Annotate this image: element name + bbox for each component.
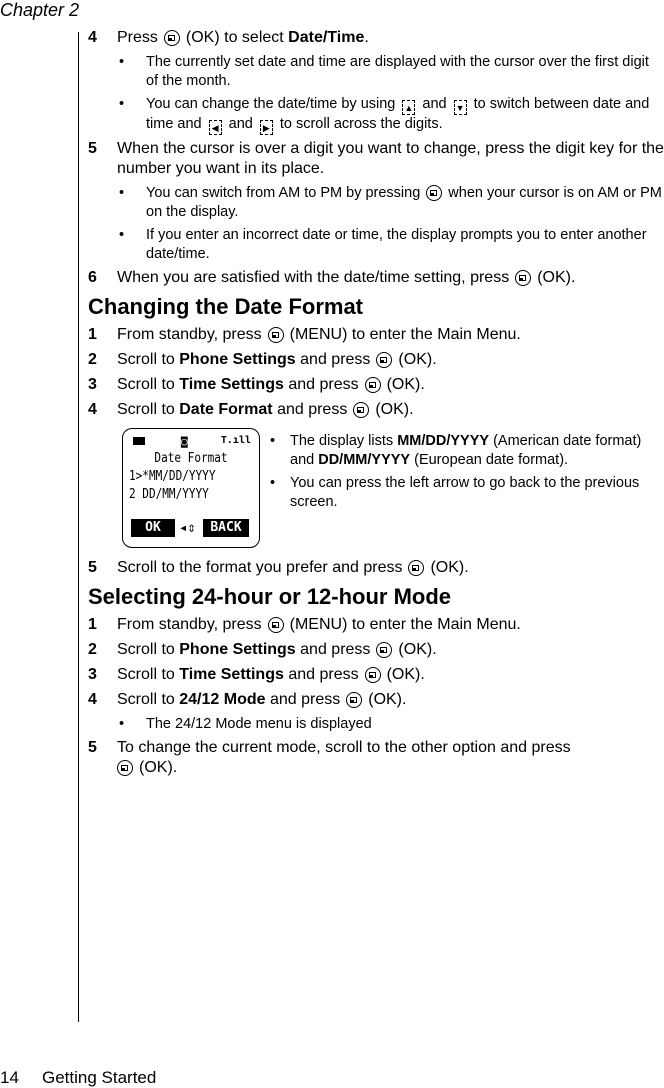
softkey-back: BACK	[203, 519, 249, 537]
step-number: 6	[88, 269, 97, 286]
section-heading-24-12-mode: Selecting 24-hour or 12-hour Mode	[88, 584, 452, 609]
ok-key-icon	[346, 692, 363, 708]
margin-rule	[78, 32, 79, 1022]
step-4-select-date-time: 4 Press (OK) to select Date/Time.	[88, 29, 369, 46]
ok-key-icon	[426, 185, 443, 201]
ok-key-icon	[515, 270, 532, 286]
date-format-figure: ◙ T.ıll Date Format 1>*MM/DD/YYYY 2 DD/M…	[122, 428, 664, 548]
softkey-ok: OK	[131, 519, 175, 537]
chapter-header: Chapter 2	[0, 0, 80, 20]
ok-key-icon	[376, 642, 393, 658]
alarm-icon: ◙	[181, 435, 188, 448]
s1-step-3: 3 Scroll to Time Settings and press (OK).	[88, 376, 425, 393]
figure-notes: The display lists MM/DD/YYYY (American d…	[268, 428, 648, 548]
ok-key-icon	[376, 352, 393, 368]
footer-section: Getting Started	[42, 1068, 157, 1087]
bullet-change-date-time: You can change the date/time by using▲an…	[117, 95, 664, 135]
page-content: 4 Press(OK) to select Date/Time. The cur…	[88, 28, 664, 783]
section-heading-date-format: Changing the Date Format	[88, 294, 364, 319]
menu-key-icon	[267, 327, 284, 343]
nav-arrows-icon: ◂⇕	[179, 520, 196, 536]
s2-step-3: 3 Scroll to Time Settings and press (OK).	[88, 666, 425, 683]
s1-step-1: 1 From standby, press (MENU) to enter the…	[88, 326, 521, 343]
bullet-am-pm: You can switch from AM to PM by pressing…	[117, 184, 664, 222]
ok-key-icon	[117, 760, 133, 776]
right-arrow-key-icon: ▶	[259, 120, 273, 135]
ok-key-icon	[408, 560, 425, 576]
s1-step-2: 2 Scroll to Phone Settings and press (OK)…	[88, 351, 437, 368]
ok-key-icon	[364, 377, 381, 393]
ok-key-icon	[163, 30, 180, 46]
up-arrow-key-icon: ▲	[402, 100, 416, 115]
step-number: 4	[88, 29, 97, 46]
bullet-menu-displayed: The 24/12 Mode menu is displayed	[117, 715, 664, 734]
lcd-option-2: 2 DD/MM/YYYY	[129, 487, 209, 502]
step-number: 5	[88, 140, 97, 157]
page-number: 14	[0, 1068, 19, 1087]
s2-step-4: 4 Scroll to 24/12 Mode and press (OK).	[88, 691, 407, 708]
menu-key-icon	[267, 617, 284, 633]
signal-icon: T.ıll	[220, 435, 251, 446]
s1-step-5: 5 Scroll to the format you prefer and pr…	[88, 559, 469, 576]
lcd-title: Date Format	[154, 451, 228, 466]
s2-step-5: 5 To change the current mode, scroll to …	[88, 739, 571, 776]
phone-screen-illustration: ◙ T.ıll Date Format 1>*MM/DD/YYYY 2 DD/M…	[122, 428, 260, 548]
lcd-option-1: 1>*MM/DD/YYYY	[129, 469, 216, 484]
left-arrow-key-icon: ◀	[208, 120, 222, 135]
down-arrow-key-icon: ▼	[453, 100, 467, 115]
s1-step-4: 4 Scroll to Date Format and press (OK).	[88, 401, 414, 418]
step-6-confirm: 6 When you are satisfied with the date/t…	[88, 269, 576, 286]
battery-icon	[133, 437, 145, 445]
bullet-go-back: You can press the left arrow to go back …	[268, 474, 648, 512]
step-5-change-digit: 5 When the cursor is over a digit you wa…	[88, 140, 664, 177]
s2-step-2: 2 Scroll to Phone Settings and press (OK)…	[88, 641, 437, 658]
bullet-incorrect-entry: If you enter an incorrect date or time, …	[117, 226, 664, 264]
page-footer: 14 Getting Started	[0, 1068, 156, 1088]
ok-key-icon	[353, 402, 370, 418]
ok-key-icon	[364, 667, 381, 683]
bullet-cursor-info: The currently set date and time are disp…	[117, 53, 664, 91]
s2-step-1: 1 From standby, press (MENU) to enter the…	[88, 616, 521, 633]
status-bar: ◙ T.ıll	[131, 435, 251, 448]
bullet-format-list: The display lists MM/DD/YYYY (American d…	[268, 432, 648, 470]
